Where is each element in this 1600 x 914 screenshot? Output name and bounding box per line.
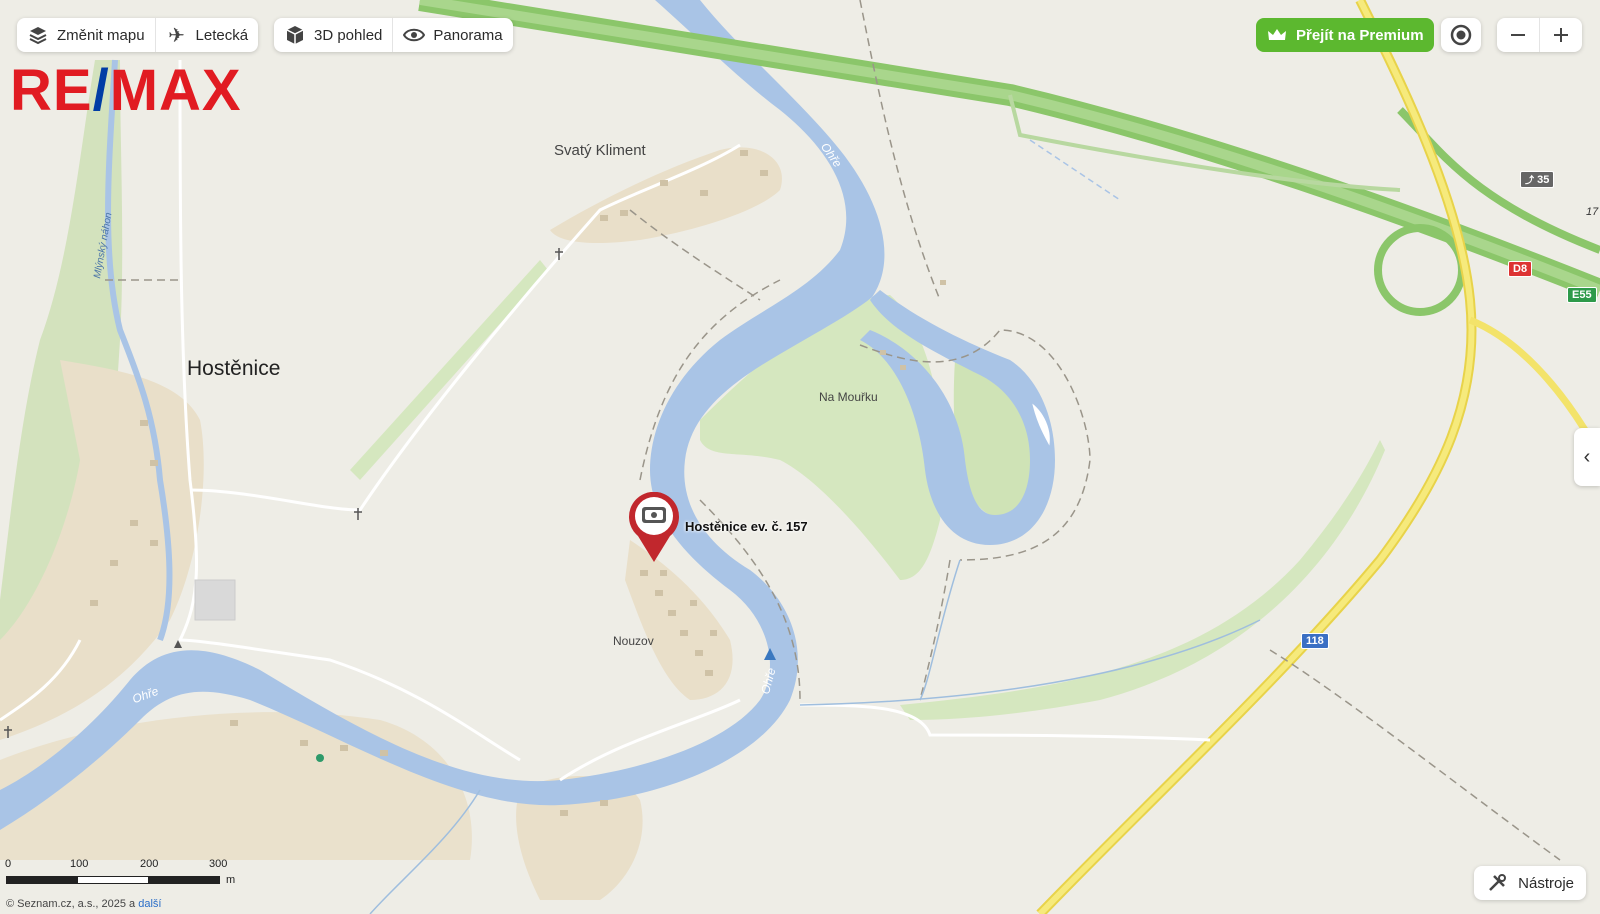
plane-icon: ✈ [168, 24, 185, 47]
scale-tick-200: 200 [140, 858, 159, 870]
locate-button[interactable] [1441, 18, 1481, 52]
crown-icon [1266, 24, 1288, 46]
shield-118: 118 [1301, 633, 1329, 649]
3d-view-label: 3D pohled [314, 26, 383, 44]
shield-d8: D8 [1508, 261, 1533, 277]
zoom-out-button[interactable] [1497, 18, 1539, 52]
scale-unit: m [226, 874, 236, 886]
locate-icon [1450, 24, 1472, 46]
aerial-button[interactable]: ✈ Letecká [156, 18, 259, 52]
tree-icon [316, 754, 324, 762]
scale-tick-100: 100 [70, 858, 89, 870]
copyright: © Seznam.cz, a.s., 2025 a další [6, 898, 161, 910]
side-panel-toggle[interactable]: ‹ [1574, 428, 1600, 486]
scale-bar: 0 100 200 300 m [5, 858, 236, 886]
zoom-in-button[interactable] [1540, 18, 1582, 52]
copyright-text: © Seznam.cz, a.s., 2025 a [6, 898, 136, 910]
copyright-more-link[interactable]: další [138, 898, 161, 910]
change-map-button[interactable]: Změnit mapu [17, 18, 155, 52]
label-nouzov: Nouzov [613, 634, 654, 648]
layers-icon [27, 24, 49, 46]
pin-icon [629, 491, 679, 562]
tools-icon [1486, 872, 1508, 894]
cube-icon [284, 24, 306, 46]
chevron-left-icon: ‹ [1583, 445, 1591, 468]
parking-lot [194, 579, 236, 621]
3d-view-button[interactable]: 3D pohled [274, 18, 392, 52]
view-toolbar: 3D pohled Panorama [274, 18, 513, 52]
property-marker[interactable] [628, 491, 680, 564]
zoom-out-icon [1507, 24, 1529, 46]
label-cut-off: 17 [1586, 206, 1599, 218]
premium-button[interactable]: Přejít na Premium [1256, 18, 1434, 52]
marker-label[interactable]: Hostěnice ev. č. 157 [685, 519, 808, 534]
panorama-button[interactable]: Panorama [393, 18, 512, 52]
change-map-label: Změnit mapu [57, 26, 145, 44]
zoom-controls [1497, 18, 1582, 52]
tools-button[interactable]: Nástroje [1474, 866, 1586, 900]
label-hostenice: Hostěnice [187, 357, 281, 380]
map-canvas[interactable] [0, 0, 1600, 914]
shield-e55: E55 [1567, 287, 1597, 303]
scale-tick-0: 0 [5, 858, 12, 870]
exit-number: 35 [1537, 174, 1550, 186]
remax-logo[interactable]: RE/MAX [10, 62, 242, 120]
eye-icon [403, 24, 426, 46]
remax-logo-text: RE/MAX [10, 58, 242, 123]
tools-label: Nástroje [1518, 874, 1574, 892]
label-na-mourku: Na Mouřku [819, 390, 878, 404]
map-type-toolbar: Změnit mapu ✈ Letecká [17, 18, 259, 52]
exit-icon: ⤴ [1525, 175, 1535, 185]
panorama-label: Panorama [433, 26, 503, 44]
exit-shield: ⤴ 35 [1520, 171, 1555, 188]
scale-tick-300: 300 [209, 858, 228, 870]
aerial-label: Letecká [195, 26, 249, 44]
zoom-in-icon [1550, 24, 1572, 46]
premium-label: Přejít na Premium [1296, 26, 1424, 44]
scale-ruler [6, 876, 220, 884]
label-svaty-kliment: Svatý Kliment [554, 142, 646, 159]
